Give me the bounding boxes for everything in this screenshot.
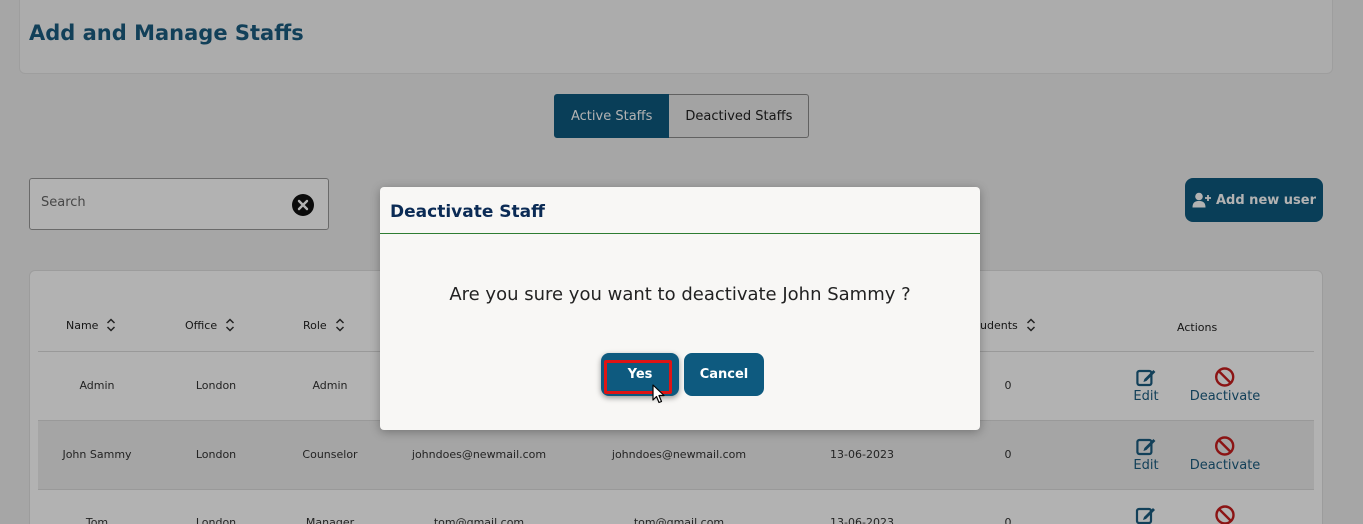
cancel-button[interactable]: Cancel — [684, 353, 764, 396]
deactivate-staff-dialog: Deactivate Staff Are you sure you want t… — [380, 187, 980, 430]
dialog-header: Deactivate Staff — [380, 187, 980, 234]
mouse-cursor-icon — [652, 384, 665, 404]
dialog-title: Deactivate Staff — [390, 202, 545, 222]
dialog-message: Are you sure you want to deactivate John… — [449, 284, 911, 305]
